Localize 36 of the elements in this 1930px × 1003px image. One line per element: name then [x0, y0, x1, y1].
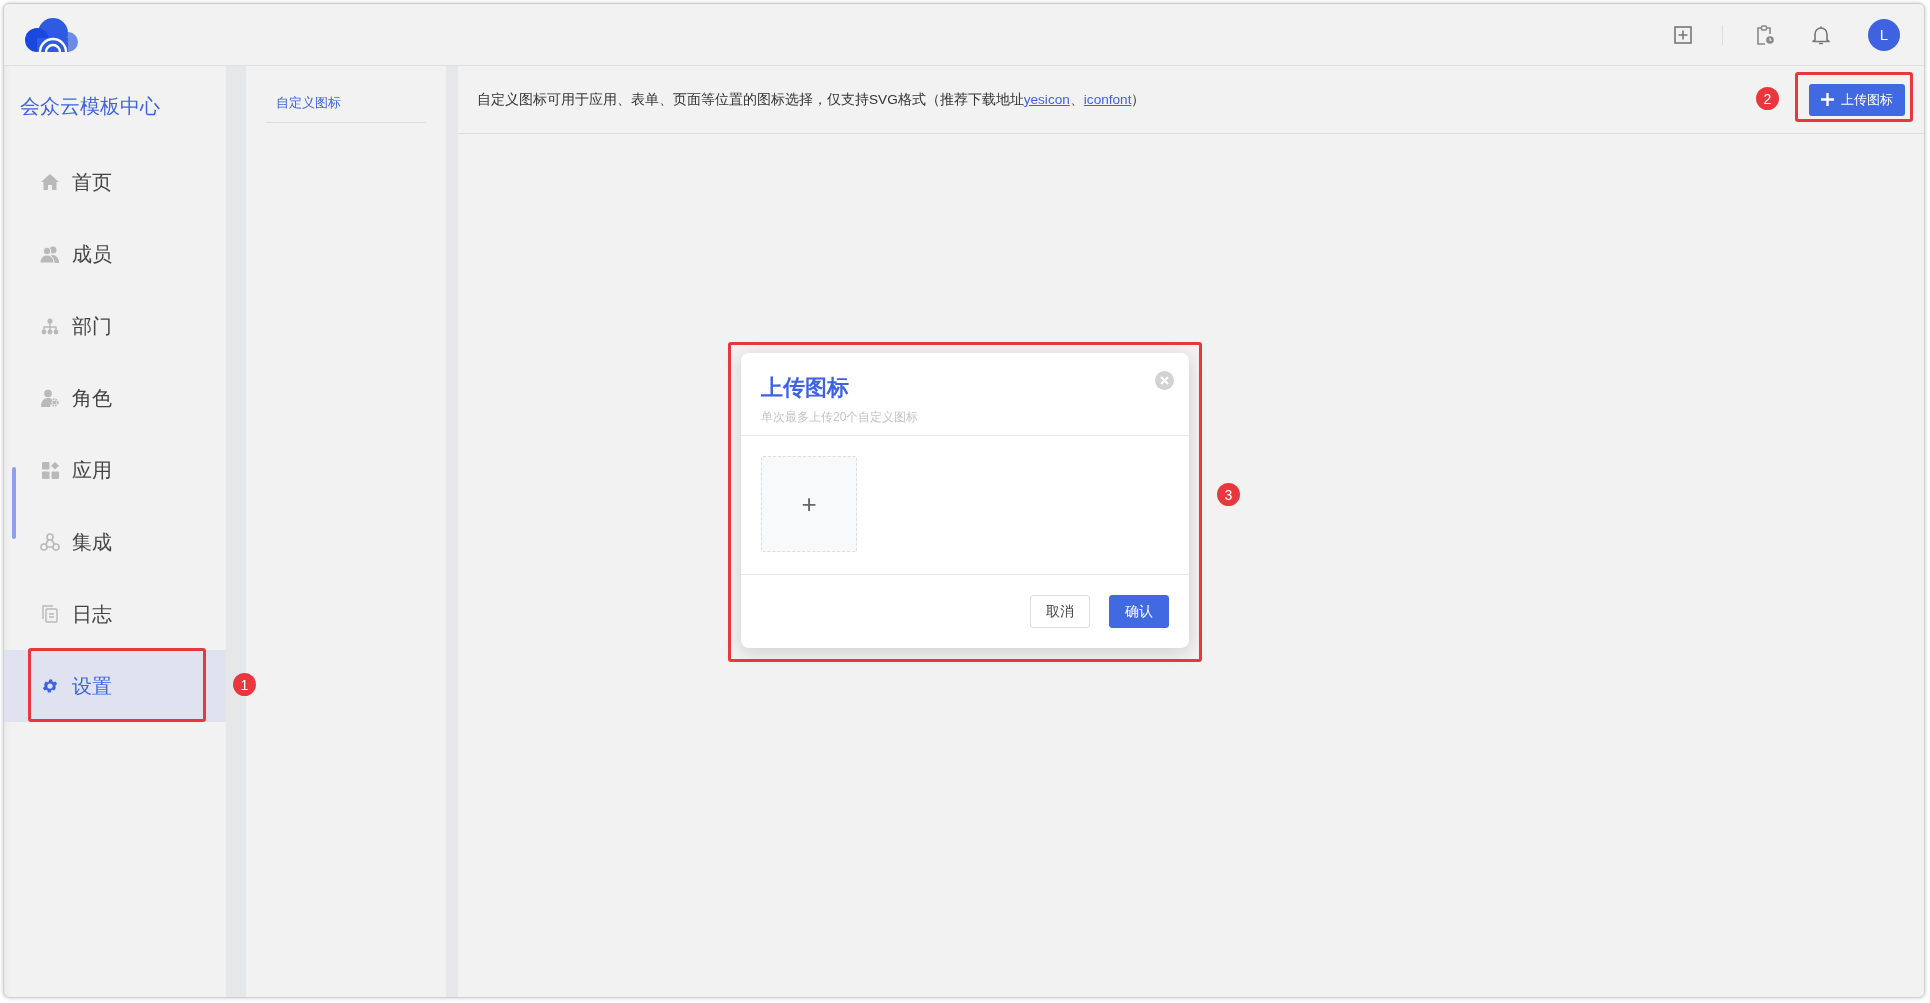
- user-gear-icon: [41, 389, 59, 407]
- apps-grid-icon: [41, 461, 59, 479]
- document-icon: [42, 605, 58, 623]
- link[interactable]: yesicon: [1023, 91, 1070, 107]
- step-badge: 2: [1756, 87, 1779, 110]
- confirm-button[interactable]: 确认: [1109, 595, 1169, 628]
- sidebar-item[interactable]: 集成: [4, 506, 226, 578]
- notice-text: 自定义图标可用于应用、表单、页面等位置的图标选择，仅支持SVG格式（推荐下载地址yesicon、iconfont）: [477, 90, 1146, 109]
- link[interactable]: iconfont: [1083, 91, 1132, 107]
- add-square-icon[interactable]: [1674, 25, 1692, 44]
- subnav-item[interactable]: 自定义图标: [266, 88, 426, 123]
- scrollbar-thumb[interactable]: [12, 467, 16, 539]
- plus-icon: [1821, 93, 1834, 106]
- clipboard-clock-icon[interactable]: [1757, 24, 1774, 45]
- webhook-icon: [40, 533, 60, 551]
- people-icon: [40, 245, 60, 263]
- sidebar-item[interactable]: 部门: [4, 290, 226, 362]
- sidebar-item[interactable]: 首页: [4, 146, 226, 218]
- sidebar-item[interactable]: 应用: [4, 434, 226, 506]
- user-avatar[interactable]: L: [1868, 18, 1900, 51]
- settings-icon: [41, 677, 59, 695]
- step-badge: 3: [1217, 483, 1240, 506]
- step-badge: 1: [233, 673, 256, 696]
- home-icon: [41, 174, 59, 190]
- upload-icon-button[interactable]: 上传图标: [1809, 83, 1905, 116]
- sidebar-item[interactable]: 日志: [4, 578, 226, 650]
- sidebar-item[interactable]: 设置: [4, 650, 226, 722]
- cloud-logo-icon: [24, 17, 80, 52]
- sidebar-item[interactable]: 成员: [4, 218, 226, 290]
- app-title: 会众云模板中心: [19, 93, 161, 119]
- org-chart-icon: [41, 317, 59, 335]
- upload-tile[interactable]: +: [761, 456, 857, 552]
- sidebar-item[interactable]: 角色: [4, 362, 226, 434]
- bell-icon[interactable]: [1812, 24, 1830, 45]
- cancel-button[interactable]: 取消: [1030, 595, 1090, 628]
- dialog-title: 上传图标: [761, 374, 849, 402]
